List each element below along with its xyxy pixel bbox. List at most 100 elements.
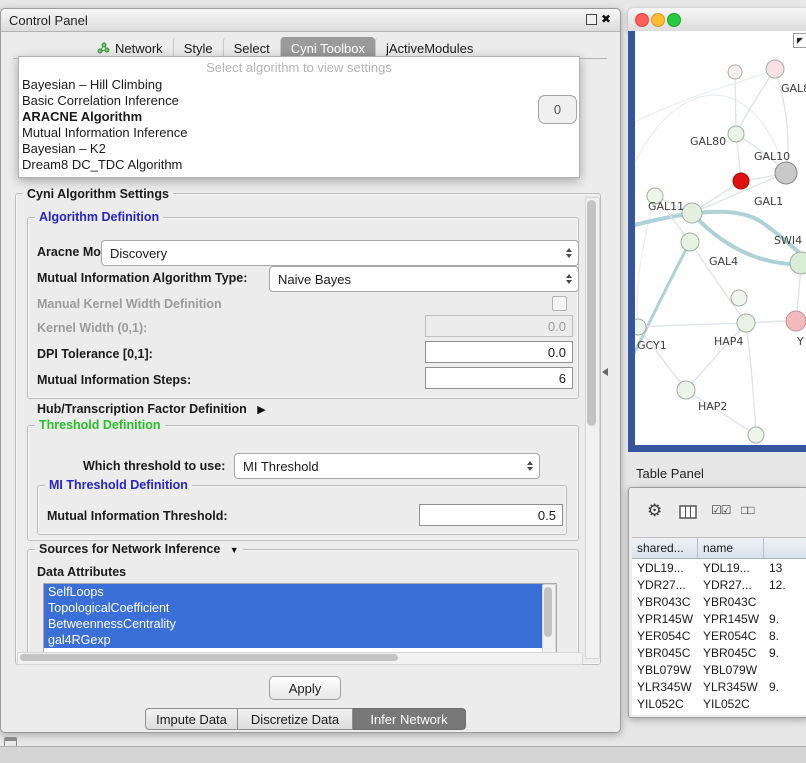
- network-node[interactable]: [682, 203, 702, 223]
- which-threshold-combo[interactable]: MI Threshold: [234, 453, 540, 479]
- table-row[interactable]: YBR045CYBR045C9.: [632, 644, 806, 661]
- tab-label: jActiveModules: [386, 41, 473, 56]
- table-cell: YIL052C: [698, 697, 764, 711]
- network-node-label: GAL4: [709, 255, 738, 268]
- hub-tf-section-toggle[interactable]: Hub/Transcription Factor Definition ▶: [37, 402, 266, 416]
- attribute-list-scrollbar-thumb[interactable]: [544, 587, 552, 637]
- network-node[interactable]: [786, 311, 806, 331]
- network-edge[interactable]: [736, 69, 775, 134]
- combo-value: Discovery: [110, 246, 167, 261]
- table-cell: YBR045C: [632, 646, 698, 660]
- combo-value: MI Threshold: [243, 459, 319, 474]
- network-node[interactable]: [728, 126, 744, 142]
- field-value: 0.5: [538, 508, 556, 523]
- settings-scrollbar[interactable]: [585, 197, 600, 659]
- network-canvas[interactable]: GAL8GAL80GAL10GAL11GAL1SWI4GAL4GCY1HAP4Y…: [635, 31, 806, 445]
- network-node[interactable]: [790, 252, 806, 274]
- settings-hscrollbar-thumb[interactable]: [20, 654, 398, 661]
- columns-icon[interactable]: [679, 505, 697, 519]
- network-node[interactable]: [775, 162, 797, 184]
- algorithm-option[interactable]: Mutual Information Inference: [19, 125, 579, 141]
- network-edge[interactable]: [735, 72, 736, 134]
- algorithm-option[interactable]: Bayesian – Hill Climbing: [19, 77, 579, 93]
- node-table: shared... name YDL19...YDL19...13YDR27..…: [632, 537, 806, 715]
- aracne-mode-combo[interactable]: Discovery: [101, 240, 579, 266]
- data-attributes-list[interactable]: SelfLoopsTopologicalCoefficientBetweenne…: [43, 583, 557, 655]
- close-icon[interactable]: ✖: [601, 12, 611, 26]
- network-node[interactable]: [766, 60, 784, 78]
- network-node[interactable]: [733, 173, 749, 189]
- deselect-all-icon[interactable]: □□: [741, 503, 754, 517]
- network-edge[interactable]: [638, 323, 746, 327]
- network-node[interactable]: [748, 427, 764, 443]
- dpi-tolerance-label: DPI Tolerance [0,1]:: [37, 347, 153, 361]
- table-cell: 9.: [764, 612, 806, 626]
- algorithm-option[interactable]: Basic Correlation Inference: [19, 93, 579, 109]
- combo-stepper-icon: [566, 241, 572, 265]
- maximize-traffic-light[interactable]: [667, 13, 681, 27]
- network-node[interactable]: [635, 319, 646, 335]
- table-body: YDL19...YDL19...13YDR27...YDR27...12.YBR…: [632, 559, 806, 712]
- column-header[interactable]: shared...: [632, 538, 698, 559]
- attribute-list-item[interactable]: gal4RGexp: [44, 632, 545, 648]
- table-row[interactable]: YPR145WYPR145W9.: [632, 610, 806, 627]
- collapsed-arrow-icon: ▶: [257, 403, 265, 416]
- sources-group-title: Sources for Network Inference: [39, 542, 220, 556]
- network-edge[interactable]: [686, 323, 746, 390]
- network-node[interactable]: [737, 314, 755, 332]
- network-node[interactable]: [681, 233, 699, 251]
- table-row[interactable]: YLR345WYLR345W9.: [632, 678, 806, 695]
- column-header[interactable]: name: [698, 538, 764, 559]
- tab-discretize-data[interactable]: Discretize Data: [238, 708, 353, 730]
- table-row[interactable]: YIL052CYIL052C: [632, 695, 806, 712]
- network-edge[interactable]: [637, 196, 655, 327]
- network-node[interactable]: [731, 290, 747, 306]
- splitter-collapse-icon[interactable]: [602, 368, 608, 376]
- network-node-label: GAL80: [690, 135, 726, 148]
- network-edge[interactable]: [746, 323, 756, 435]
- attribute-list-item[interactable]: BetweennessCentrality: [44, 616, 545, 632]
- gear-icon[interactable]: ⚙: [647, 501, 662, 521]
- tab-infer-network[interactable]: Infer Network: [353, 708, 466, 730]
- column-header[interactable]: [764, 538, 806, 559]
- dpi-tolerance-field[interactable]: 0.0: [425, 341, 573, 363]
- combo-value: Naive Bayes: [278, 272, 351, 287]
- select-all-icon[interactable]: ☑☑: [711, 503, 731, 517]
- network-edge[interactable]: [638, 327, 686, 390]
- table-panel-title: Table Panel: [636, 466, 704, 481]
- table-cell: 13: [764, 561, 806, 575]
- close-traffic-light[interactable]: [635, 13, 649, 27]
- mi-algorithm-type-combo[interactable]: Naive Bayes: [269, 266, 579, 292]
- network-node[interactable]: [677, 381, 695, 399]
- table-row[interactable]: YDL19...YDL19...13: [632, 559, 806, 576]
- float-window-icon[interactable]: [586, 14, 597, 25]
- table-row[interactable]: YER054CYER054C8.: [632, 627, 806, 644]
- table-row[interactable]: YBR043CYBR043C: [632, 593, 806, 610]
- network-node-label: GAL10: [754, 150, 790, 163]
- attribute-list-item[interactable]: TopologicalCoefficient: [44, 600, 545, 616]
- sources-group-toggle[interactable]: Sources for Network Inference ▼: [35, 542, 243, 557]
- birdseye-toggle-icon[interactable]: ◤: [793, 33, 806, 48]
- control-panel-titlebar[interactable]: Control Panel ✖: [1, 9, 620, 32]
- table-cell: 8.: [764, 629, 806, 643]
- network-node[interactable]: [728, 65, 742, 79]
- apply-button[interactable]: Apply: [269, 676, 341, 700]
- attribute-list-item[interactable]: SelfLoops: [44, 584, 545, 600]
- attribute-list-scrollbar[interactable]: [542, 584, 556, 654]
- table-row[interactable]: YBL079WYBL079W: [632, 661, 806, 678]
- obscured-spinner[interactable]: 0: [538, 95, 577, 124]
- algorithm-option[interactable]: Bayesian – K2: [19, 141, 579, 157]
- tab-impute-data[interactable]: Impute Data: [145, 708, 238, 730]
- settings-scrollbar-thumb[interactable]: [587, 200, 596, 426]
- kernel-width-field[interactable]: 0.0: [425, 315, 573, 337]
- network-window-titlebar[interactable]: [628, 8, 806, 32]
- algorithm-option[interactable]: Dream8 DC_TDC Algorithm: [19, 157, 579, 173]
- algorithm-option[interactable]: ARACNE Algorithm: [19, 109, 579, 125]
- mi-threshold-field[interactable]: 0.5: [419, 504, 563, 526]
- manual-kernel-width-checkbox[interactable]: [552, 296, 567, 311]
- minimize-traffic-light[interactable]: [651, 13, 665, 27]
- table-row[interactable]: YDR27...YDR27...12.: [632, 576, 806, 593]
- mi-steps-field[interactable]: 6: [425, 367, 573, 389]
- network-edge[interactable]: [635, 69, 775, 126]
- settings-hscrollbar[interactable]: [17, 652, 583, 665]
